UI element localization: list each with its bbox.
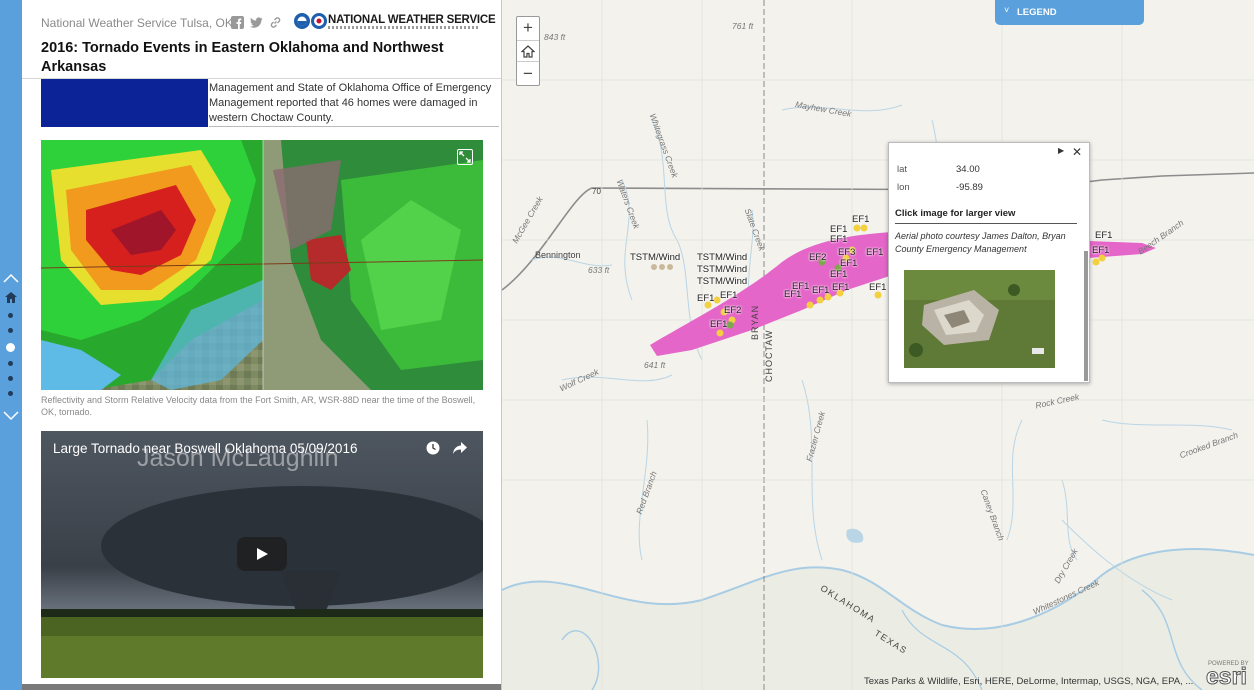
route-label: 70 <box>592 187 601 196</box>
elevation-label: 843 ft <box>544 32 566 42</box>
panel-header: National Weather Service Tulsa, OK NATIO… <box>22 0 501 79</box>
nav-dot-active[interactable] <box>6 343 15 352</box>
event-label[interactable]: EF1 <box>710 319 727 330</box>
video-player[interactable]: Jason McLaughlin Large Tornado near Bosw… <box>41 431 483 678</box>
event-label[interactable]: TSTM/Wind <box>697 264 747 275</box>
event-label[interactable]: EF1 <box>830 269 847 280</box>
horizontal-scrollbar[interactable] <box>22 684 501 690</box>
event-label[interactable]: EF1 <box>869 282 886 293</box>
elevation-label: 633 ft <box>588 265 610 275</box>
story-nav-rail <box>0 0 22 690</box>
aerial-damage-photo[interactable] <box>904 270 1055 368</box>
event-label[interactable]: TSTM/Wind <box>697 276 747 287</box>
event-label[interactable]: EF1 <box>812 285 829 296</box>
event-label[interactable]: EF1 <box>697 293 714 304</box>
event-label[interactable]: EF1 <box>720 290 737 301</box>
popup-lon-label: lon <box>897 182 910 193</box>
nav-dot-1[interactable] <box>8 313 13 318</box>
legend-label: LEGEND <box>1017 7 1057 18</box>
event-label[interactable]: EF1 <box>866 247 883 258</box>
close-icon[interactable]: ✕ <box>1072 145 1082 159</box>
next-feature-icon[interactable]: ▶ <box>1058 146 1064 155</box>
home-icon[interactable] <box>5 292 17 303</box>
event-label[interactable]: EF3 <box>838 247 855 258</box>
zoom-in-button[interactable]: + <box>517 17 539 39</box>
divider <box>209 126 499 127</box>
map-view[interactable]: Bennington 70 BRYAN CHOCTAW OKLAHOMA TEX… <box>502 0 1254 690</box>
map-attribution: Texas Parks & Wildlife, Esri, HERE, DeLo… <box>864 676 1194 687</box>
divider <box>895 223 1077 224</box>
story-panel: National Weather Service Tulsa, OK NATIO… <box>22 0 502 690</box>
nav-dot-5[interactable] <box>8 376 13 381</box>
radar-caption: Reflectivity and Storm Relative Velocity… <box>41 395 476 417</box>
logo-subline <box>328 26 478 29</box>
legend-toggle[interactable]: ˅ LEGEND <box>995 0 1144 25</box>
event-label[interactable]: EF1 <box>1092 245 1109 256</box>
nav-dot-6[interactable] <box>8 391 13 396</box>
zoom-out-button[interactable]: − <box>517 63 539 85</box>
panel-content: Management and State of Oklahoma Office … <box>22 79 501 690</box>
basemap <box>502 0 1254 690</box>
popup-heading: Click image for larger view <box>895 208 1016 219</box>
popup-credit: Aerial photo courtesy James Dalton, Brya… <box>895 231 1066 254</box>
nws-logo-text: NATIONAL WEATHER SERVICE <box>328 14 496 26</box>
radar-image[interactable] <box>41 140 483 390</box>
link-icon[interactable] <box>269 16 282 29</box>
expand-icon[interactable] <box>457 149 473 165</box>
chevron-up-icon[interactable] <box>2 272 20 284</box>
popup-lat-value: 34.00 <box>956 164 980 175</box>
event-label[interactable]: EF1 <box>792 281 809 292</box>
feature-popup: ▶ ✕ lat 34.00 lon -95.89 Click image for… <box>888 142 1090 383</box>
elevation-label: 761 ft <box>732 21 754 31</box>
popup-lon-value: -95.89 <box>956 182 983 193</box>
chevron-down-icon: ˅ <box>1004 5 1010 15</box>
event-label[interactable]: EF1 <box>852 214 869 225</box>
county-label: CHOCTAW <box>764 329 774 383</box>
event-label[interactable]: EF1 <box>832 282 849 293</box>
nav-dot-2[interactable] <box>8 328 13 333</box>
clock-icon[interactable] <box>426 441 440 455</box>
event-label[interactable]: EF1 <box>830 234 847 245</box>
event-label[interactable]: EF2 <box>724 305 741 316</box>
twitter-icon[interactable] <box>250 16 263 29</box>
place-label: Bennington <box>535 250 581 260</box>
previous-section-image <box>41 79 208 127</box>
share-icon[interactable] <box>453 442 467 454</box>
popup-lat-label: lat <box>897 164 908 175</box>
zoom-control: + − <box>516 16 540 86</box>
county-label: BRYAN <box>750 304 760 340</box>
play-button[interactable] <box>237 537 287 571</box>
office-name: National Weather Service Tulsa, OK <box>41 16 233 30</box>
nav-dot-4[interactable] <box>8 361 13 366</box>
facebook-icon[interactable] <box>231 16 244 29</box>
event-label[interactable]: EF2 <box>809 252 826 263</box>
elevation-label: 641 ft <box>644 360 666 370</box>
event-label[interactable]: TSTM/Wind <box>697 252 747 263</box>
chevron-down-icon[interactable] <box>2 410 20 422</box>
noaa-nws-emblem-icon <box>294 13 327 29</box>
event-label[interactable]: TSTM/Wind <box>630 252 680 263</box>
video-title[interactable]: Large Tornado near Boswell Oklahoma 05/0… <box>53 441 357 456</box>
popup-scrollbar[interactable] <box>1084 251 1088 381</box>
home-extent-button[interactable] <box>517 40 539 62</box>
previous-section-text: Management and State of Oklahoma Office … <box>209 82 492 124</box>
nws-logo: NATIONAL WEATHER SERVICE <box>294 12 496 32</box>
page-title: 2016: Tornado Events in Eastern Oklahoma… <box>41 40 444 75</box>
event-label[interactable]: EF1 <box>1095 230 1112 241</box>
event-label[interactable]: EF1 <box>840 258 857 269</box>
esri-logo[interactable]: esri <box>1206 663 1248 690</box>
